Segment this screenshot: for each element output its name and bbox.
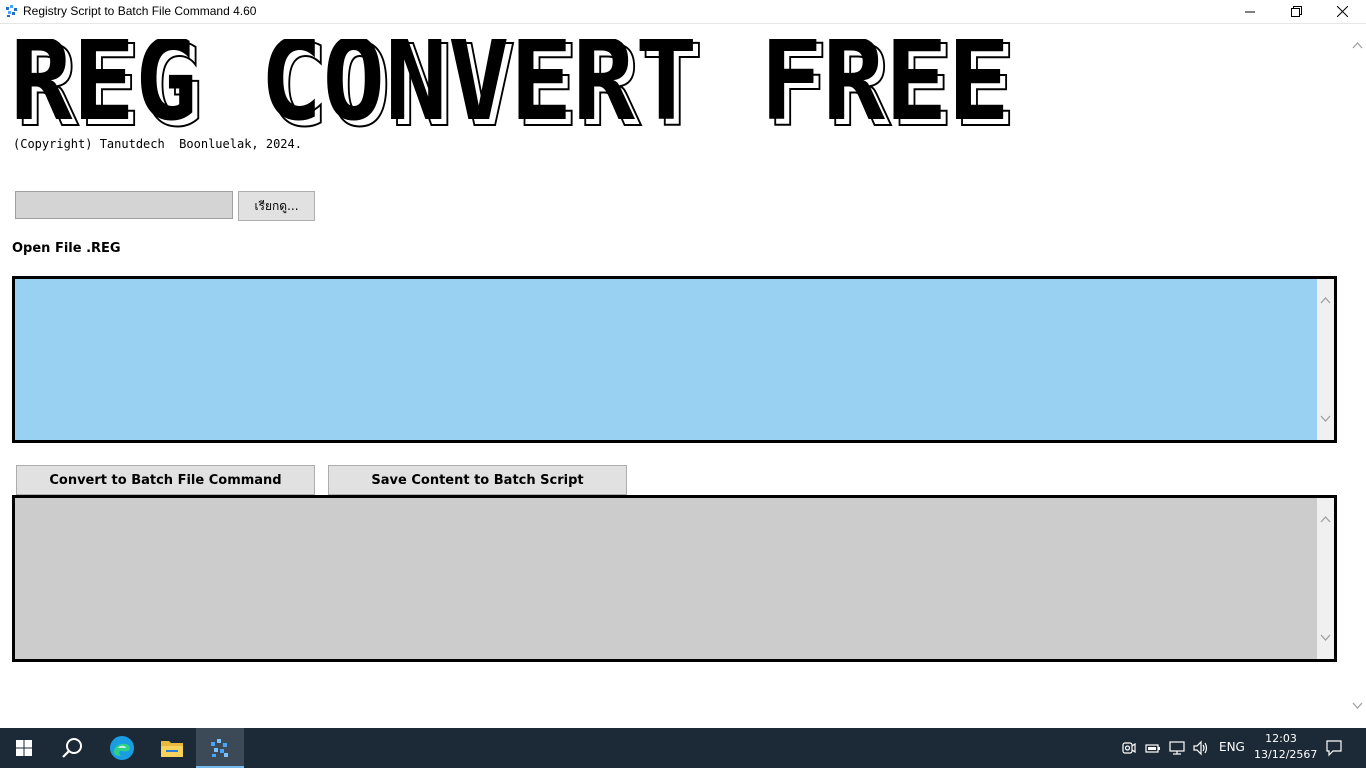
clock-date: 13/12/2567 xyxy=(1254,748,1318,761)
convert-button[interactable]: Convert to Batch File Command xyxy=(16,465,315,495)
file-explorer-icon xyxy=(161,741,183,757)
restore-icon xyxy=(1290,6,1302,17)
start-button[interactable] xyxy=(0,728,48,768)
notification-icon[interactable] xyxy=(1325,739,1343,757)
clock-time: 12:03 xyxy=(1265,732,1297,745)
scroll-up-icon[interactable] xyxy=(1320,514,1331,525)
reg-convert-app-icon xyxy=(211,739,228,757)
taskbar-edge[interactable] xyxy=(98,728,146,768)
scroll-down-icon[interactable] xyxy=(1320,632,1331,643)
taskbar-reg-convert-app[interactable] xyxy=(196,728,244,768)
clock[interactable]: 12:03 13/12/2567 xyxy=(1254,731,1318,763)
close-icon xyxy=(1336,6,1348,17)
camera-icon[interactable] xyxy=(1121,740,1137,756)
scroll-down-icon[interactable] xyxy=(1352,700,1363,711)
start-icon xyxy=(16,740,32,756)
network-icon[interactable] xyxy=(1169,740,1185,756)
restore-button[interactable] xyxy=(1273,0,1319,23)
browse-button[interactable]: เรียกดู... xyxy=(238,191,315,221)
page-scrollbar[interactable] xyxy=(1349,24,1366,727)
language-indicator[interactable]: ENG xyxy=(1219,740,1245,754)
copyright-text: (Copyright) Tanutdech Boonluelak, 2024. xyxy=(13,137,302,151)
taskbar-file-explorer[interactable] xyxy=(148,728,196,768)
title-bar: Registry Script to Batch File Command 4.… xyxy=(0,0,1366,24)
file-path-field[interactable] xyxy=(15,191,233,219)
volume-icon[interactable] xyxy=(1193,740,1209,756)
reg-content-area[interactable] xyxy=(15,279,1317,440)
taskbar-search-button[interactable] xyxy=(48,728,96,768)
save-button[interactable]: Save Content to Batch Script xyxy=(328,465,627,495)
scroll-up-icon[interactable] xyxy=(1352,40,1363,51)
scroll-down-icon[interactable] xyxy=(1320,413,1331,424)
reg-textarea-scrollbar[interactable] xyxy=(1317,279,1334,440)
minimize-icon xyxy=(1245,11,1255,12)
app-icon xyxy=(6,5,17,17)
reg-content-textarea[interactable] xyxy=(12,276,1337,443)
minimize-button[interactable] xyxy=(1227,0,1273,23)
search-icon xyxy=(62,738,82,758)
batch-output-textarea[interactable] xyxy=(12,495,1337,662)
window-title: Registry Script to Batch File Command 4.… xyxy=(23,4,257,18)
batch-textarea-scrollbar[interactable] xyxy=(1317,498,1334,659)
scroll-up-icon[interactable] xyxy=(1320,295,1331,306)
reg-convert-logo: REG CONVERT FREE REG CONVERT FREE xyxy=(10,39,1017,133)
edge-browser-icon xyxy=(110,736,134,760)
battery-icon[interactable] xyxy=(1145,740,1161,756)
close-button[interactable] xyxy=(1319,0,1365,23)
open-file-label: Open File .REG xyxy=(12,241,121,256)
batch-output-area[interactable] xyxy=(15,498,1317,659)
svg-text:REG CONVERT FREE: REG CONVERT FREE xyxy=(10,39,1010,133)
taskbar: ENG 12:03 13/12/2567 xyxy=(0,728,1366,768)
main-window: REG CONVERT FREE REG CONVERT FREE (Copyr… xyxy=(0,24,1366,727)
